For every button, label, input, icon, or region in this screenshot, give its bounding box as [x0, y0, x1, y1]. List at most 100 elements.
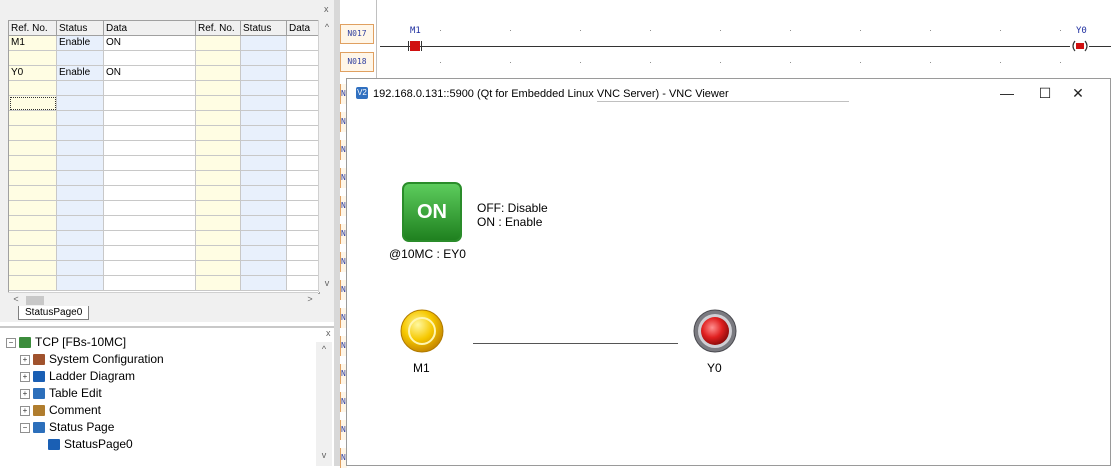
column-header-data-2[interactable]: Data: [287, 21, 319, 36]
cell-status[interactable]: [57, 201, 104, 216]
cell-status[interactable]: [57, 186, 104, 201]
column-header-ref-no-2[interactable]: Ref. No.: [196, 21, 241, 36]
minimize-button[interactable]: —: [992, 81, 1022, 105]
cell-data-2[interactable]: [287, 201, 319, 216]
cell-data[interactable]: ON: [104, 66, 196, 81]
cell-status[interactable]: [57, 51, 104, 66]
on-push-button[interactable]: ON: [402, 182, 462, 242]
cell-status[interactable]: [57, 261, 104, 276]
cell-ref-no-2[interactable]: [196, 276, 241, 291]
cell-ref-no[interactable]: [9, 216, 57, 231]
cell-status[interactable]: [57, 231, 104, 246]
tree-item-table-edit[interactable]: + Table Edit: [20, 385, 102, 402]
cell-ref-no[interactable]: [9, 156, 57, 171]
cell-ref-no-2[interactable]: [196, 201, 241, 216]
scroll-up-arrow-icon[interactable]: ^: [319, 22, 335, 32]
column-header-data[interactable]: Data: [104, 21, 196, 36]
cell-ref-no-2[interactable]: [196, 171, 241, 186]
cell-data[interactable]: [104, 96, 196, 111]
cell-data-2[interactable]: [287, 231, 319, 246]
cell-data-2[interactable]: [287, 51, 319, 66]
cell-data-2[interactable]: [287, 141, 319, 156]
cell-status[interactable]: [57, 216, 104, 231]
cell-status-2[interactable]: [241, 246, 287, 261]
tree-item-comment[interactable]: + Comment: [20, 402, 101, 419]
scroll-down-arrow-icon[interactable]: v: [319, 278, 335, 288]
cell-ref-no-2[interactable]: [196, 111, 241, 126]
m1-lamp-icon[interactable]: [400, 309, 444, 353]
cell-status-2[interactable]: [241, 141, 287, 156]
cell-data[interactable]: [104, 261, 196, 276]
tree-item-statuspage0[interactable]: StatusPage0: [48, 436, 133, 453]
cell-data-2[interactable]: [287, 261, 319, 276]
cell-ref-no-2[interactable]: [196, 141, 241, 156]
scroll-right-arrow-icon[interactable]: >: [302, 294, 318, 304]
cell-ref-no-2[interactable]: [196, 66, 241, 81]
cell-ref-no-2[interactable]: [196, 126, 241, 141]
expand-icon[interactable]: +: [20, 388, 30, 399]
cell-ref-no-2[interactable]: [196, 81, 241, 96]
cell-ref-no[interactable]: [9, 51, 57, 66]
cell-status-2[interactable]: [241, 201, 287, 216]
cell-data-2[interactable]: [287, 216, 319, 231]
cell-data-2[interactable]: [287, 96, 319, 111]
expand-icon[interactable]: +: [20, 371, 30, 382]
cell-ref-no-2[interactable]: [196, 246, 241, 261]
cell-ref-no[interactable]: [9, 171, 57, 186]
cell-status[interactable]: Enable: [57, 66, 104, 81]
cell-data-2[interactable]: [287, 111, 319, 126]
cell-status-2[interactable]: [241, 186, 287, 201]
grid-close-button[interactable]: x: [324, 4, 329, 14]
scroll-left-arrow-icon[interactable]: <: [8, 294, 24, 304]
scroll-thumb[interactable]: [26, 296, 44, 305]
cell-data[interactable]: [104, 156, 196, 171]
column-header-status[interactable]: Status: [57, 21, 104, 36]
cell-data[interactable]: [104, 186, 196, 201]
cell-status[interactable]: [57, 171, 104, 186]
cell-data-2[interactable]: [287, 186, 319, 201]
cell-data[interactable]: [104, 276, 196, 291]
cell-ref-no[interactable]: [9, 111, 57, 126]
cell-data[interactable]: [104, 201, 196, 216]
column-header-status-2[interactable]: Status: [241, 21, 287, 36]
cell-status-2[interactable]: [241, 276, 287, 291]
cell-status-2[interactable]: [241, 51, 287, 66]
cell-ref-no-2[interactable]: [196, 96, 241, 111]
cell-data[interactable]: [104, 216, 196, 231]
cell-data-2[interactable]: [287, 81, 319, 96]
cell-ref-no[interactable]: [9, 261, 57, 276]
cell-data-2[interactable]: [287, 36, 319, 51]
cell-data-2[interactable]: [287, 126, 319, 141]
collapse-icon[interactable]: −: [6, 337, 16, 348]
cell-data-2[interactable]: [287, 276, 319, 291]
cell-status-2[interactable]: [241, 156, 287, 171]
column-header-ref-no[interactable]: Ref. No.: [9, 21, 57, 36]
tree-item-status-page[interactable]: − Status Page: [20, 419, 114, 436]
cell-status-2[interactable]: [241, 96, 287, 111]
cell-status[interactable]: [57, 111, 104, 126]
cell-ref-no[interactable]: [9, 246, 57, 261]
cell-status[interactable]: Enable: [57, 36, 104, 51]
tree-item-system-configuration[interactable]: + System Configuration: [20, 351, 164, 368]
cell-data[interactable]: [104, 81, 196, 96]
tab-statuspage0[interactable]: StatusPage0: [18, 306, 90, 320]
cell-status-2[interactable]: [241, 216, 287, 231]
cell-ref-no[interactable]: [9, 231, 57, 246]
cell-status-2[interactable]: [241, 171, 287, 186]
cell-status[interactable]: [57, 276, 104, 291]
collapse-icon[interactable]: −: [20, 422, 30, 433]
cell-status[interactable]: [57, 96, 104, 111]
cell-data[interactable]: ON: [104, 36, 196, 51]
cell-status-2[interactable]: [241, 81, 287, 96]
vnc-hmi-screen[interactable]: ON OFF: Disable ON : Enable @10MC : EY0 …: [347, 109, 1110, 465]
cell-status-2[interactable]: [241, 36, 287, 51]
grid-vertical-scrollbar[interactable]: ^ v: [318, 20, 335, 292]
cell-ref-no-2[interactable]: [196, 51, 241, 66]
close-button[interactable]: ✕: [1063, 81, 1093, 105]
cell-ref-no[interactable]: [9, 186, 57, 201]
cell-status[interactable]: [57, 156, 104, 171]
scroll-up-arrow-icon[interactable]: ^: [316, 344, 332, 354]
y0-lamp-icon[interactable]: [693, 309, 737, 353]
cell-data-2[interactable]: [287, 66, 319, 81]
cell-data-2[interactable]: [287, 156, 319, 171]
